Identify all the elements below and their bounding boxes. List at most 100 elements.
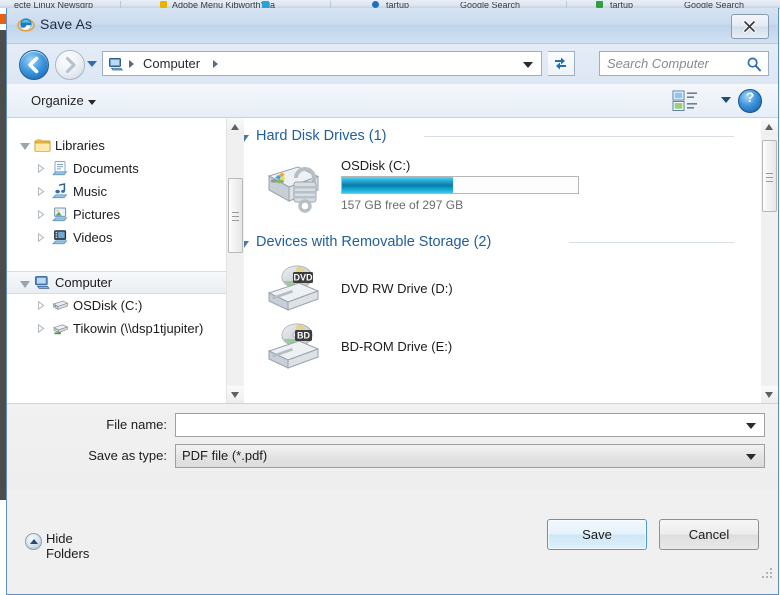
- save-form: File name: Save as type: PDF file (*.pdf…: [7, 404, 778, 490]
- sidebar-item-label: Music: [73, 184, 107, 199]
- scroll-down-button[interactable]: [227, 386, 244, 403]
- capacity-text: 157 GB free of 297 GB: [341, 198, 464, 212]
- expander-closed-icon[interactable]: [37, 301, 45, 310]
- browser-panes: Libraries Documents Music Pictures Video…: [7, 118, 778, 404]
- sidebar-item-network-drive[interactable]: Tikowin (\\dsp1tjupiter): [7, 317, 226, 340]
- help-button[interactable]: ?: [738, 89, 762, 113]
- svg-text:DVD: DVD: [293, 273, 313, 283]
- expander-closed-icon[interactable]: [37, 233, 45, 242]
- scroll-up-button[interactable]: [227, 118, 244, 135]
- content-scrollbar[interactable]: [761, 118, 778, 403]
- help-glyph: ?: [745, 89, 755, 105]
- search-icon: [747, 57, 761, 72]
- title-bar: Save As: [7, 8, 778, 44]
- drive-name[interactable]: BD-ROM Drive (E:): [341, 339, 452, 354]
- hard-drive-icon: [52, 300, 69, 310]
- sidebar-item-label: Tikowin (\\dsp1tjupiter): [73, 321, 204, 336]
- chevron-up-circle-icon: [25, 533, 42, 550]
- resize-grip-icon[interactable]: [761, 567, 774, 580]
- sidebar-item-videos[interactable]: Videos: [7, 226, 226, 249]
- scroll-up-button[interactable]: [761, 118, 778, 135]
- forward-arrow-icon: [65, 56, 76, 74]
- navigation-bar: Computer Search Computer: [7, 44, 778, 84]
- group-title: Hard Disk Drives (1): [256, 128, 387, 144]
- sidebar-scrollbar[interactable]: [226, 118, 244, 403]
- chevron-down-icon[interactable]: [746, 423, 756, 429]
- group-header-hard-disk-drives[interactable]: Hard Disk Drives (1): [244, 128, 387, 144]
- scroll-down-button[interactable]: [761, 386, 778, 403]
- music-library-icon: [52, 183, 68, 199]
- search-input[interactable]: Search Computer: [599, 51, 769, 76]
- collapse-triangle-icon[interactable]: [244, 135, 249, 142]
- network-drive-icon: [53, 324, 69, 335]
- expander-open-icon[interactable]: [20, 281, 30, 288]
- toolbar: Organize ?: [7, 84, 778, 118]
- sidebar-item-music[interactable]: Music: [7, 180, 226, 203]
- drive-name[interactable]: OSDisk (C:): [341, 158, 410, 173]
- scrollbar-thumb[interactable]: [762, 140, 777, 212]
- address-bar[interactable]: Computer: [102, 51, 542, 76]
- organize-button[interactable]: Organize: [27, 91, 100, 110]
- group-divider: [424, 136, 734, 137]
- close-button[interactable]: [731, 14, 769, 39]
- libraries-folder-icon: [34, 139, 51, 152]
- expander-closed-icon[interactable]: [37, 164, 45, 173]
- computer-icon: [35, 276, 50, 289]
- back-button[interactable]: [19, 50, 49, 80]
- change-view-button[interactable]: [672, 90, 716, 112]
- sidebar-item-label: Videos: [73, 230, 113, 245]
- save-as-dialog: Save As Computer Search Computer Organiz…: [6, 8, 779, 595]
- group-header-removable-storage[interactable]: Devices with Removable Storage (2): [244, 234, 492, 250]
- expander-closed-icon[interactable]: [37, 324, 45, 333]
- sidebar-item-pictures[interactable]: Pictures: [7, 203, 226, 226]
- capacity-bar: [341, 176, 579, 194]
- documents-library-icon: [52, 161, 68, 176]
- save-as-type-value: PDF file (*.pdf): [182, 448, 268, 463]
- svg-text:BD: BD: [297, 331, 310, 341]
- expander-open-icon[interactable]: [20, 143, 30, 150]
- sidebar-item-label: Libraries: [55, 138, 105, 153]
- expander-closed-icon[interactable]: [37, 210, 45, 219]
- expander-closed-icon[interactable]: [37, 187, 45, 196]
- forward-button[interactable]: [55, 50, 85, 80]
- bd-rom-drive-icon: BD: [267, 323, 320, 369]
- computer-icon: [109, 58, 124, 71]
- sidebar-item-documents[interactable]: Documents: [7, 157, 226, 180]
- sidebar-item-libraries[interactable]: Libraries: [7, 134, 226, 157]
- dvd-drive-icon: DVD: [267, 265, 320, 311]
- breadcrumb-separator-trailing: [213, 60, 218, 68]
- file-list-pane: Hard Disk Drives (1) OSDisk (C:) 157 GB …: [244, 118, 762, 403]
- sidebar-item-label: Documents: [73, 161, 139, 176]
- refresh-icon: [555, 57, 566, 70]
- scrollbar-thumb[interactable]: [228, 178, 243, 253]
- pictures-library-icon: [52, 207, 68, 222]
- group-title: Devices with Removable Storage (2): [256, 234, 492, 250]
- recent-locations-button[interactable]: [87, 61, 97, 67]
- close-icon: [743, 20, 756, 33]
- chevron-down-icon[interactable]: [746, 454, 756, 460]
- file-name-input[interactable]: [175, 413, 765, 437]
- address-dropdown-button[interactable]: [523, 62, 533, 68]
- change-view-dropdown[interactable]: [721, 97, 731, 103]
- file-name-label: File name:: [106, 417, 167, 432]
- sidebar-item-osdisk[interactable]: OSDisk (C:): [7, 294, 226, 317]
- back-arrow-icon: [28, 56, 39, 74]
- drive-name[interactable]: DVD RW Drive (D:): [341, 281, 453, 296]
- collapse-triangle-icon[interactable]: [244, 241, 249, 248]
- save-button[interactable]: Save: [547, 519, 647, 550]
- sidebar-item-label: Computer: [55, 275, 113, 290]
- bitlocker-hard-drive-icon: [267, 166, 320, 213]
- window-title: Save As: [40, 16, 93, 32]
- sidebar-item-computer[interactable]: Computer: [7, 271, 226, 294]
- breadcrumb-separator-leading: [129, 60, 134, 68]
- cancel-button[interactable]: Cancel: [659, 519, 759, 550]
- save-as-type-select[interactable]: PDF file (*.pdf): [175, 444, 765, 468]
- search-placeholder: Search Computer: [607, 56, 709, 71]
- views-layout-icon: [672, 90, 697, 111]
- group-divider: [569, 242, 734, 243]
- breadcrumb-computer[interactable]: Computer: [143, 56, 200, 71]
- organize-label: Organize: [31, 93, 84, 108]
- save-as-type-label: Save as type:: [88, 448, 167, 463]
- chevron-down-icon: [87, 100, 96, 105]
- refresh-button[interactable]: [548, 51, 575, 76]
